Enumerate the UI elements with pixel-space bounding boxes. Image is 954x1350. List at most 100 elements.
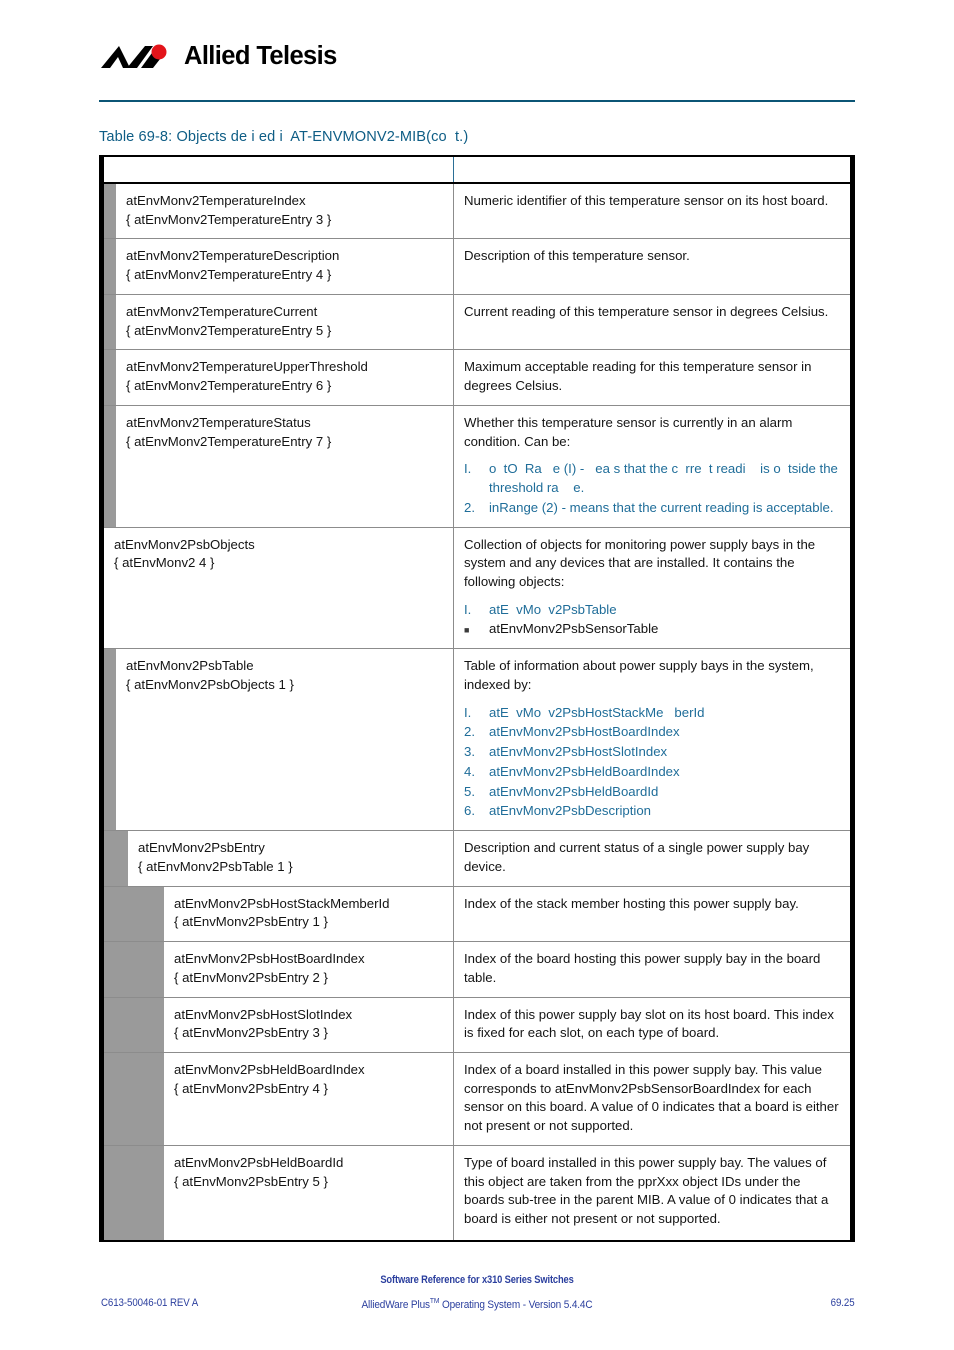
object-description-cell: Index of the stack member hosting this p… [453, 886, 850, 942]
list-item-label: atEnvMonv2PsbSensorTable [489, 621, 659, 637]
brand-name: Allied Telesis [184, 42, 337, 71]
indent-block [140, 1052, 152, 1145]
indent-block [152, 886, 164, 942]
table-row: atEnvMonv2PsbHostSlotIndex { atEnvMonv2P… [104, 997, 850, 1053]
description-text: Type of board installed in this power su… [464, 1154, 829, 1227]
table-row: atEnvMonv2TemperatureStatus { atEnvMonv2… [104, 405, 850, 528]
description-text: Collection of objects for monitoring pow… [464, 536, 816, 590]
list-item-label: atE vMo v2PsbHostStackMe berId [489, 704, 705, 720]
list-item-label: atE vMo v2PsbTable [489, 601, 617, 617]
indent-block [104, 184, 116, 239]
indent-block [128, 942, 140, 997]
table-row: atEnvMonv2TemperatureIndex { atEnvMonv2T… [104, 184, 850, 240]
indent-block [128, 1145, 140, 1240]
page-header: Allied Telesis [0, 0, 954, 110]
object-description-cell: Current reading of this temperature sens… [453, 294, 850, 350]
indent-block [104, 831, 116, 886]
list-marker: 4. [464, 763, 475, 779]
list-item-label: atEnvMonv2PsbHostSlotIndex [489, 744, 668, 760]
description-list: I. atE vMo v2PsbTable ■ atEnvMonv2PsbSen… [464, 601, 839, 639]
indent-block [116, 886, 128, 942]
indent-block [116, 997, 128, 1052]
indent-block [128, 997, 140, 1052]
list-item: 2. inRange (2) - means that the current … [464, 499, 839, 518]
object-description-cell: Table of information about power supply … [453, 649, 850, 831]
indent-block [152, 997, 164, 1052]
list-item-label: atEnvMonv2PsbDescription [489, 803, 651, 819]
table-caption: Table 69-8: Objects de i ed i AT-ENVMONV… [99, 129, 469, 145]
footer-version: Operating System - Version 5.4.4C [439, 1298, 593, 1311]
indent-block [152, 1145, 164, 1240]
indent-block [152, 1052, 164, 1145]
object-name-cell: atEnvMonv2TemperatureStatus { atEnvMonv2… [116, 405, 453, 527]
mib-objects-table: atEnvMonv2TemperatureIndex { atEnvMonv2T… [99, 155, 855, 1242]
description-text: Current reading of this temperature sens… [464, 303, 829, 319]
object-name-cell: atEnvMonv2PsbTable { atEnvMonv2PsbObject… [116, 649, 453, 831]
list-item: I. atE vMo v2PsbHostStackMe berId [464, 704, 839, 723]
indent-block [104, 886, 116, 942]
description-text: Table of information about power supply … [464, 658, 814, 692]
column-header-object [104, 157, 453, 182]
list-marker: 2. [464, 724, 475, 740]
object-name-cell: atEnvMonv2PsbHeldBoardIndex { atEnvMonv2… [164, 1052, 453, 1145]
list-marker: 6. [464, 803, 475, 819]
indent-block [128, 886, 140, 942]
table-row: atEnvMonv2TemperatureUpperThreshold { at… [104, 350, 850, 406]
object-description-cell: Collection of objects for monitoring pow… [453, 527, 850, 649]
object-name-cell: atEnvMonv2PsbObjects { atEnvMonv2 4 } [104, 527, 453, 649]
indent-block [104, 649, 116, 831]
indent-block [104, 239, 116, 294]
list-marker: 3. [464, 744, 475, 760]
description-text: Description of this temperature sensor. [464, 248, 690, 264]
indent-block [116, 1052, 128, 1145]
indent-block [140, 1145, 152, 1240]
object-description-cell: Type of board installed in this power su… [453, 1145, 850, 1240]
column-header-description [453, 157, 850, 182]
table-row: atEnvMonv2TemperatureCurrent { atEnvMonv… [104, 294, 850, 351]
table-row: atEnvMonv2PsbHeldBoardIndex { atEnvMonv2… [104, 1052, 850, 1146]
table-row: atEnvMonv2PsbHostStackMemberId { atEnvMo… [104, 886, 850, 943]
brand-logo: Allied Telesis [101, 44, 337, 70]
table-row: atEnvMonv2TemperatureDescription { atEnv… [104, 239, 850, 295]
list-item-label: inRange (2) - means that the current rea… [489, 499, 834, 515]
list-item-label: atEnvMonv2PsbHeldBoardId [489, 783, 659, 799]
object-description-cell: Description and current status of a sing… [453, 831, 850, 886]
object-description-cell: Description of this temperature sensor. [453, 239, 850, 294]
description-text: Index of the stack member hosting this p… [464, 895, 799, 911]
footer-product-name: AlliedWare Plus [361, 1298, 431, 1311]
footer-title: Software Reference for x310 Series Switc… [380, 1274, 574, 1286]
indent-block [116, 831, 128, 886]
indent-block [116, 942, 128, 997]
list-item: I. o tO Ra e (I) - ea s that the c rre t… [464, 460, 839, 497]
table-header-row [104, 157, 850, 184]
object-description-cell: Numeric identifier of this temperature s… [453, 184, 850, 239]
indent-block [104, 1145, 116, 1240]
object-name-cell: atEnvMonv2PsbHeldBoardId { atEnvMonv2Psb… [164, 1145, 453, 1240]
list-item-label: o tO Ra e (I) - ea s that the c rre t re… [489, 461, 842, 496]
object-name-cell: atEnvMonv2TemperatureIndex { atEnvMonv2T… [116, 184, 453, 239]
document-id: C613-50046-01 REV A [101, 1297, 199, 1309]
list-item-label: atEnvMonv2PsbHeldBoardIndex [489, 763, 680, 779]
list-marker: I. [464, 461, 472, 477]
table-row: atEnvMonv2PsbEntry { atEnvMonv2PsbTable … [104, 831, 850, 887]
object-name-cell: atEnvMonv2PsbEntry { atEnvMonv2PsbTable … [128, 831, 453, 886]
description-text: Index of this power supply bay slot on i… [464, 1006, 834, 1041]
indent-block [116, 1145, 128, 1240]
trademark-mark: TM [429, 1296, 440, 1305]
object-description-cell: Whether this temperature sensor is curre… [453, 405, 850, 527]
indent-block [104, 350, 116, 405]
object-description-cell: Index of this power supply bay slot on i… [453, 997, 850, 1052]
list-item: 2. atEnvMonv2PsbHostBoardIndex [464, 723, 839, 742]
list-marker: I. [464, 704, 472, 720]
description-text: Maximum acceptable reading for this temp… [464, 359, 812, 394]
object-description-cell: Maximum acceptable reading for this temp… [453, 350, 850, 405]
page-number: 69.25 [831, 1297, 855, 1309]
page-footer: Software Reference for x310 Series Switc… [0, 1260, 954, 1350]
indent-block [104, 942, 116, 997]
list-item: 3. atEnvMonv2PsbHostSlotIndex [464, 743, 839, 762]
table-row: atEnvMonv2PsbTable { atEnvMonv2PsbObject… [104, 649, 850, 832]
description-list: I. atE vMo v2PsbHostStackMe berId 2. atE… [464, 704, 839, 821]
description-list: I. o tO Ra e (I) - ea s that the c rre t… [464, 460, 839, 517]
indent-block [128, 1052, 140, 1145]
description-text: Index of a board installed in this power… [464, 1061, 839, 1134]
